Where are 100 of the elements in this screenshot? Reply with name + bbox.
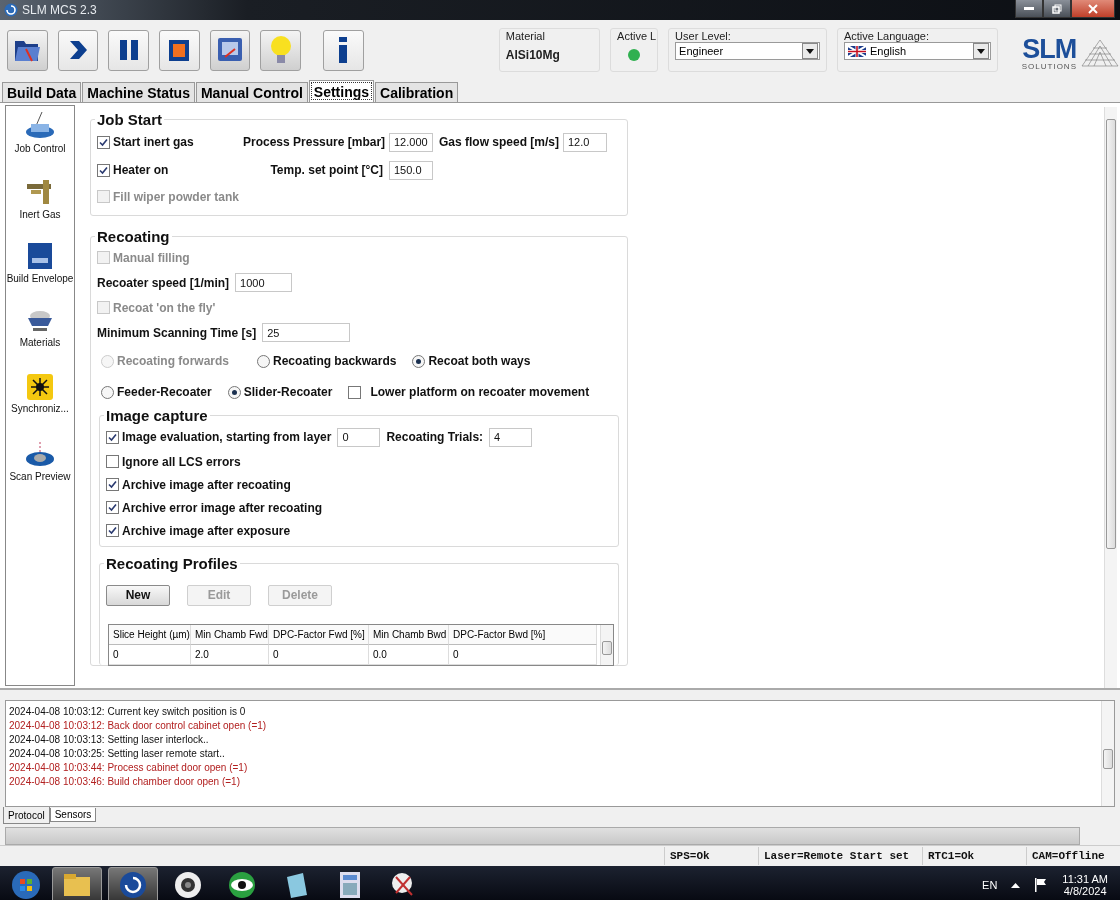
tab[interactable]: Protocol xyxy=(3,807,50,824)
radio-button[interactable] xyxy=(227,385,241,399)
clock-date: 4/8/2024 xyxy=(1063,884,1107,897)
group-title: Job Start xyxy=(96,111,163,128)
text-field[interactable]: 12.000 xyxy=(389,132,433,152)
log-entry: 2024-04-08 10:03:46: Build chamber door open (=1) xyxy=(9,775,241,789)
text-field[interactable]: 12.0 xyxy=(563,132,607,152)
field-label: Temp. set point [°C] xyxy=(269,163,383,177)
close-icon xyxy=(1088,3,1098,14)
flag-icon[interactable] xyxy=(1034,876,1049,893)
group-title: Recoating Profiles xyxy=(105,555,239,572)
user-level-label: User Level: xyxy=(675,30,732,42)
restore-icon xyxy=(1052,3,1062,14)
camera-icon[interactable] xyxy=(174,870,202,899)
close-button[interactable] xyxy=(1071,0,1115,18)
clock-time: 11:31 AM xyxy=(1062,872,1108,885)
machine-icon xyxy=(24,110,56,140)
status-text: RTC1=Ok xyxy=(922,847,1026,865)
checkbox[interactable] xyxy=(106,501,119,514)
toolbar-button[interactable] xyxy=(7,29,48,71)
tab[interactable]: Manual Control xyxy=(195,82,308,102)
eye-icon[interactable] xyxy=(227,870,257,899)
sidebar-item[interactable]: Build Envelope xyxy=(6,273,74,284)
action-button[interactable]: New xyxy=(106,584,170,606)
log-scrollbar[interactable] xyxy=(1101,701,1114,806)
radio-label: Recoat both ways xyxy=(428,354,531,368)
radio-button[interactable] xyxy=(101,385,114,399)
minimize-icon xyxy=(1024,6,1034,11)
column-header: Min Chamb Bwd xyxy=(369,625,449,645)
material-value: AlSi10Mg xyxy=(505,48,561,62)
sidebar-item[interactable]: Scan Preview xyxy=(9,471,71,482)
sidebar-item[interactable]: Inert Gas xyxy=(19,209,61,220)
checkbox-label: Heater on xyxy=(113,163,169,177)
radio-button[interactable] xyxy=(412,354,426,368)
user-level-dropdown[interactable]: Engineer xyxy=(675,42,820,60)
checkbox-label: Start inert gas xyxy=(113,135,194,149)
radio-button[interactable] xyxy=(257,354,271,368)
powder-bowl-icon xyxy=(25,308,55,334)
sidebar-item[interactable]: Job Control xyxy=(14,143,66,154)
sidebar-item[interactable]: Materials xyxy=(19,337,61,348)
toolbar-button[interactable] xyxy=(108,29,150,71)
log-entry: 2024-04-08 10:03:44: Process cabinet door open (=1) xyxy=(9,761,249,775)
tab[interactable]: Build Data xyxy=(2,82,82,102)
horizontal-scrollbar[interactable] xyxy=(5,827,1080,845)
window-title: SLM MCS 2.3 xyxy=(22,3,97,17)
table-cell: 0 xyxy=(449,645,597,665)
checkbox-label: Recoat 'on the fly' xyxy=(113,300,216,315)
toolbar-button[interactable] xyxy=(323,29,364,71)
minimize-button[interactable] xyxy=(1015,0,1043,18)
column-header: DPC-Factor Bwd [%] xyxy=(449,625,597,645)
checkbox[interactable] xyxy=(106,478,119,491)
language-indicator[interactable]: EN xyxy=(982,878,998,891)
caret-up-icon[interactable] xyxy=(1011,881,1021,888)
language-dropdown[interactable]: English xyxy=(843,42,991,60)
tab[interactable]: Settings xyxy=(308,80,375,102)
tab[interactable]: Calibration xyxy=(375,82,459,102)
checkbox[interactable] xyxy=(97,163,110,177)
column-header: Min Chamb Fwd xyxy=(191,625,269,645)
toolbar-button[interactable] xyxy=(209,29,251,71)
field-label: Gas flow speed [m/s] xyxy=(439,135,557,149)
checkbox[interactable] xyxy=(106,430,119,444)
text-field[interactable]: 150.0 xyxy=(389,160,433,180)
checkbox-label: Archive image after exposure xyxy=(122,523,291,538)
group-title: Image capture xyxy=(105,407,209,424)
group-title: Recoating xyxy=(96,228,171,245)
folder-icon[interactable] xyxy=(63,872,91,897)
restore-button[interactable] xyxy=(1043,0,1071,18)
spiral-icon[interactable] xyxy=(119,870,147,899)
app-icon xyxy=(4,3,18,17)
tab[interactable]: Sensors xyxy=(49,808,97,822)
tab[interactable]: Machine Status xyxy=(82,82,195,102)
checkbox[interactable] xyxy=(106,524,119,537)
text-field[interactable]: 25 xyxy=(262,323,351,342)
checkbox[interactable] xyxy=(348,385,362,399)
scan-platform-icon xyxy=(24,440,56,468)
start-button[interactable] xyxy=(11,869,41,900)
radio-label: Recoating forwards xyxy=(117,354,230,368)
log-entry: 2024-04-08 10:03:12: Current key switch position is 0 xyxy=(9,705,247,719)
text-field[interactable]: 4 xyxy=(489,427,533,447)
checkbox-label: Manual filling xyxy=(113,250,190,265)
checkbox[interactable] xyxy=(106,455,119,468)
log-entry: 2024-04-08 10:03:25: Setting laser remote start.. xyxy=(9,747,226,761)
status-text: Laser=Remote Start set xyxy=(758,847,922,865)
toolbar-button[interactable] xyxy=(159,29,200,71)
status-text: CAM=Offline xyxy=(1026,847,1120,865)
toolbar-button[interactable] xyxy=(57,29,99,71)
stop-icon xyxy=(167,37,192,63)
table-cell: 0.0 xyxy=(369,645,449,665)
table-scrollbar[interactable] xyxy=(600,625,613,665)
calculator-icon[interactable] xyxy=(339,870,361,899)
logo-name: SLM xyxy=(1022,35,1077,62)
text-field[interactable]: 1000 xyxy=(235,273,293,292)
text-field[interactable]: 0 xyxy=(337,427,381,447)
radio-label: Feeder-Recoater xyxy=(117,385,212,399)
log-entry: 2024-04-08 10:03:13: Setting laser interlock.. xyxy=(9,733,210,747)
checkbox[interactable] xyxy=(97,135,110,149)
flag-icon xyxy=(847,45,866,57)
vertical-scrollbar[interactable] xyxy=(1104,107,1117,688)
sidebar-item[interactable]: Synchroniz... xyxy=(11,403,69,414)
material-label: Material xyxy=(505,30,546,42)
